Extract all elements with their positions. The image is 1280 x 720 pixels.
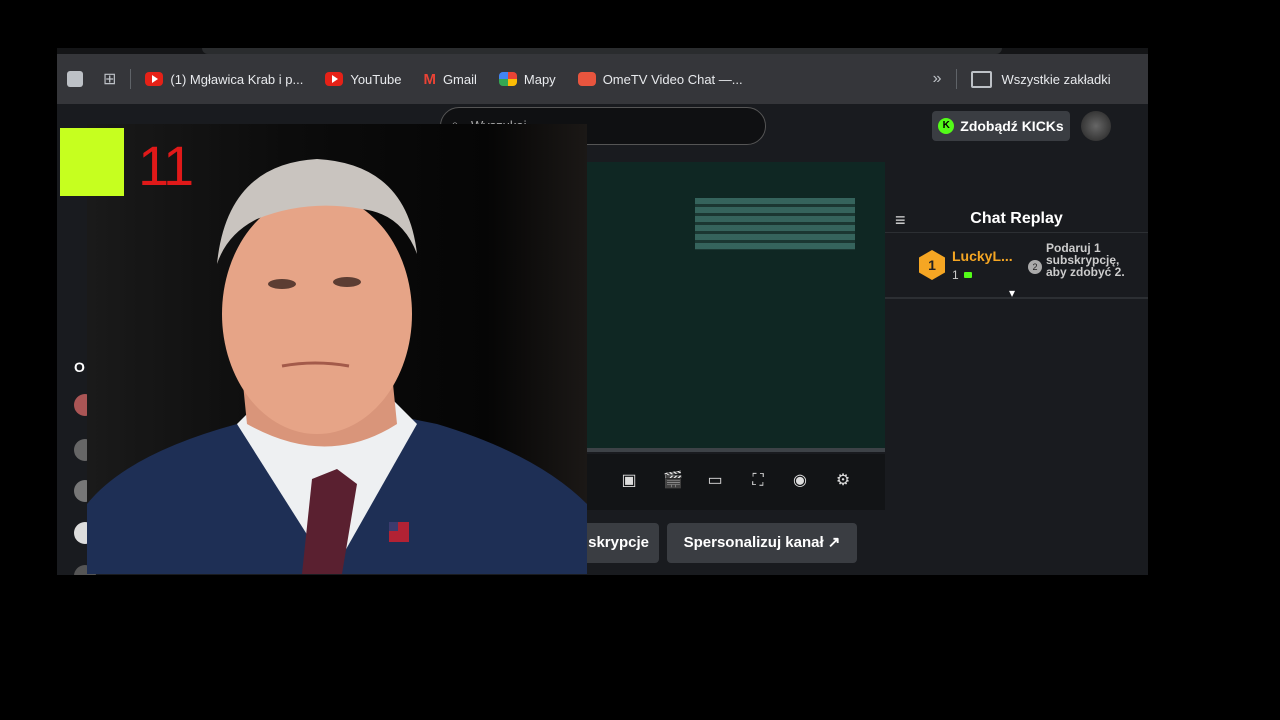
video-frame-window bbox=[695, 198, 855, 250]
settings-gear-icon[interactable]: ⚙ bbox=[834, 472, 852, 490]
news-logo-number: 11 bbox=[138, 134, 194, 197]
ometv-icon bbox=[577, 72, 596, 86]
bookmark-label: (1) Mgławica Krab i p... bbox=[170, 71, 304, 87]
bookmark-nebula[interactable]: (1) Mgławica Krab i p... bbox=[145, 72, 303, 87]
apps-grid-icon[interactable]: ⊞ bbox=[103, 69, 116, 89]
autoplay-icon[interactable]: ◉ bbox=[791, 472, 809, 490]
video-controls: ▣ 🎬 ▭ ⛶ ◉ ⚙ bbox=[587, 454, 885, 510]
gift-prompt: Podaruj 1 subskrypcję, aby zdobyć 2. bbox=[1046, 241, 1125, 279]
pip-icon[interactable]: ▣ bbox=[620, 472, 638, 490]
bookmarks-separator bbox=[955, 69, 957, 89]
google-icon bbox=[498, 72, 517, 86]
subscriptions-button[interactable]: skrypcje bbox=[582, 523, 659, 563]
theater-mode-icon[interactable]: ▭ bbox=[706, 472, 724, 490]
video-player[interactable] bbox=[587, 162, 885, 452]
chat-header: ≡ Chat Replay bbox=[885, 192, 1148, 233]
gift-count: 1 bbox=[952, 268, 959, 282]
get-kicks-button[interactable]: K Zdobądź KICKs bbox=[932, 111, 1070, 141]
customize-channel-button[interactable]: Spersonalizuj kanał ↗ bbox=[667, 523, 857, 563]
bookmark-label: OmeTV Video Chat —... bbox=[602, 71, 743, 87]
chat-title: Chat Replay bbox=[970, 210, 1063, 227]
fullscreen-icon[interactable]: ⛶ bbox=[749, 472, 767, 490]
bookmark-label: Gmail bbox=[442, 71, 477, 87]
youtube-icon bbox=[325, 72, 344, 86]
bookmark-maps[interactable]: Mapy bbox=[498, 71, 556, 87]
more-bookmarks-chevron-icon[interactable]: » bbox=[933, 70, 942, 88]
bookmarks-separator bbox=[130, 69, 132, 89]
expand-leaderboard-icon[interactable]: ▾ bbox=[1009, 286, 1015, 300]
bookmark-gmail[interactable]: M Gmail bbox=[423, 71, 476, 88]
sidebar-section-letter: O bbox=[74, 359, 85, 375]
news-logo-k bbox=[60, 128, 124, 196]
user-avatar[interactable] bbox=[1081, 111, 1111, 141]
all-bookmarks-label[interactable]: Wszystkie zakładki bbox=[1002, 72, 1111, 87]
kick-logo-icon: K bbox=[938, 118, 955, 134]
get-kicks-label: Zdobądź KICKs bbox=[960, 118, 1064, 134]
gift-icon bbox=[964, 272, 972, 278]
youtube-icon bbox=[145, 72, 164, 86]
bookmark-youtube[interactable]: YouTube bbox=[325, 72, 401, 87]
video-progress-bar[interactable] bbox=[587, 448, 885, 452]
gifter-rank-badge: 1 bbox=[919, 250, 945, 280]
bookmark-label: YouTube bbox=[350, 71, 402, 87]
next-rank-badge: 2 bbox=[1028, 260, 1042, 274]
clip-icon[interactable]: 🎬 bbox=[663, 472, 683, 490]
folder-icon[interactable] bbox=[970, 70, 992, 88]
gifter-username[interactable]: LuckyL... bbox=[952, 248, 1013, 264]
gmail-icon: M bbox=[423, 70, 436, 88]
k-logo-icon bbox=[60, 128, 124, 196]
square-icon[interactable] bbox=[67, 71, 83, 87]
sub-gift-leaderboard: 1 LuckyL... 1 2 Podaruj 1 subskrypcję, a… bbox=[885, 241, 1148, 300]
bookmark-ometv[interactable]: OmeTV Video Chat —... bbox=[577, 71, 743, 87]
bookmark-label: Mapy bbox=[523, 71, 556, 87]
bookmarks-bar: ⊞ (1) Mgławica Krab i p... YouTube M Gma… bbox=[57, 54, 1148, 104]
